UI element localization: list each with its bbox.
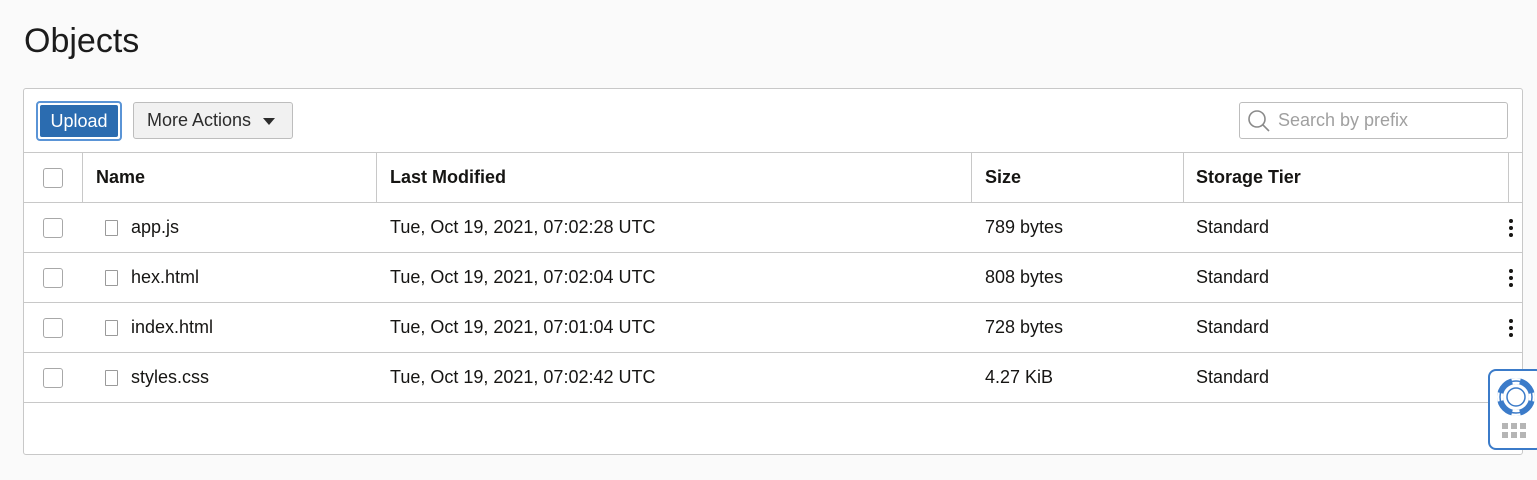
- drag-handle-icon[interactable]: [1502, 423, 1526, 438]
- row-checkbox[interactable]: [43, 317, 63, 338]
- column-header-storage-tier[interactable]: Storage Tier: [1183, 153, 1483, 202]
- object-name-link[interactable]: index.html: [131, 317, 213, 338]
- table-row: hex.html Tue, Oct 19, 2021, 07:02:04 UTC…: [24, 253, 1522, 303]
- last-modified-cell: Tue, Oct 19, 2021, 07:02:28 UTC: [390, 217, 656, 237]
- row-checkbox[interactable]: [43, 217, 63, 238]
- storage-tier-cell: Standard: [1196, 367, 1270, 387]
- lifebuoy-icon: [1497, 378, 1535, 416]
- upload-button-label: Upload: [40, 105, 118, 137]
- column-header-size[interactable]: Size: [971, 153, 1183, 202]
- caret-down-icon: [263, 118, 276, 125]
- object-name-link[interactable]: styles.css: [131, 367, 209, 388]
- page-title: Objects: [24, 22, 140, 60]
- search-box[interactable]: [1239, 102, 1508, 139]
- object-name-link[interactable]: hex.html: [131, 267, 199, 288]
- file-icon: [105, 219, 118, 236]
- size-cell: 789 bytes: [985, 217, 1064, 237]
- objects-panel: Upload More Actions Name Last Modified: [23, 88, 1523, 455]
- table-row: app.js Tue, Oct 19, 2021, 07:02:28 UTC 7…: [24, 203, 1522, 253]
- last-modified-cell: Tue, Oct 19, 2021, 07:02:04 UTC: [390, 267, 656, 287]
- search-input[interactable]: [1278, 110, 1498, 131]
- size-cell: 728 bytes: [985, 317, 1064, 337]
- column-header-last-modified[interactable]: Last Modified: [376, 153, 971, 202]
- more-actions-button[interactable]: More Actions: [133, 102, 293, 139]
- storage-tier-cell: Standard: [1196, 267, 1270, 287]
- toolbar: Upload More Actions: [24, 89, 1522, 153]
- upload-button[interactable]: Upload: [36, 101, 122, 141]
- table-header-row: Name Last Modified Size Storage Tier: [24, 153, 1522, 203]
- size-cell: 4.27 KiB: [985, 367, 1054, 387]
- help-widget[interactable]: [1488, 369, 1537, 450]
- last-modified-cell: Tue, Oct 19, 2021, 07:01:04 UTC: [390, 317, 656, 337]
- select-all-checkbox[interactable]: [43, 167, 63, 188]
- kebab-menu-icon[interactable]: [1501, 215, 1521, 241]
- file-icon: [105, 319, 118, 336]
- objects-table: Name Last Modified Size Storage Tier app…: [24, 152, 1522, 403]
- table-row: styles.css Tue, Oct 19, 2021, 07:02:42 U…: [24, 353, 1522, 403]
- size-cell: 808 bytes: [985, 267, 1064, 287]
- table-row: index.html Tue, Oct 19, 2021, 07:01:04 U…: [24, 303, 1522, 353]
- file-icon: [105, 269, 118, 286]
- column-header-name[interactable]: Name: [82, 153, 376, 202]
- kebab-menu-icon[interactable]: [1501, 315, 1521, 341]
- search-icon: [1246, 108, 1272, 134]
- last-modified-cell: Tue, Oct 19, 2021, 07:02:42 UTC: [390, 367, 656, 387]
- storage-tier-cell: Standard: [1196, 217, 1270, 237]
- column-divider: [1508, 153, 1509, 202]
- object-name-link[interactable]: app.js: [131, 217, 179, 238]
- row-checkbox[interactable]: [43, 267, 63, 288]
- storage-tier-cell: Standard: [1196, 317, 1270, 337]
- file-icon: [105, 369, 118, 386]
- row-checkbox[interactable]: [43, 367, 63, 388]
- more-actions-label: More Actions: [147, 110, 252, 130]
- kebab-menu-icon[interactable]: [1501, 265, 1521, 291]
